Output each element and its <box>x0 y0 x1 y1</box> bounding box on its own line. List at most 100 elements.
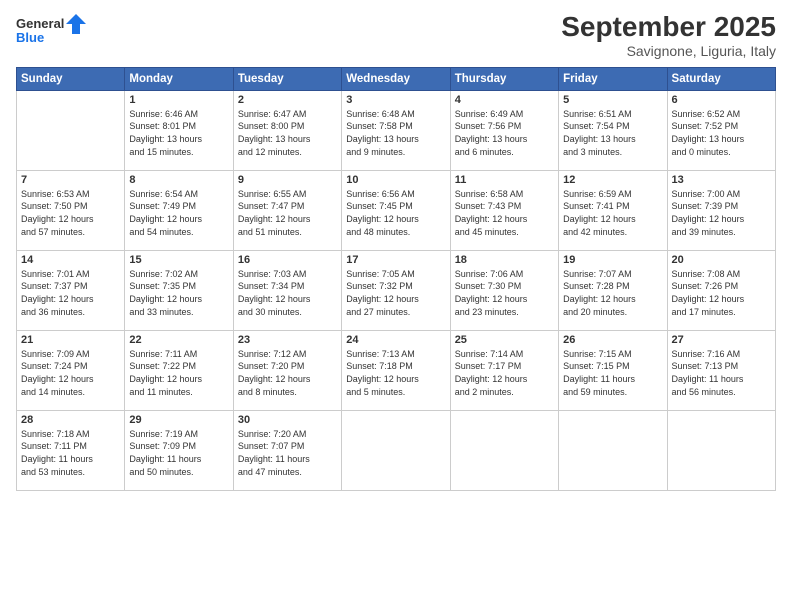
calendar-week-row: 7 Sunrise: 6:53 AMSunset: 7:50 PMDaylight… <box>17 170 776 250</box>
table-row: 10Sunrise: 6:56 AMSunset: 7:45 PMDayligh… <box>342 170 450 250</box>
day-info: Sunrise: 7:15 AMSunset: 7:15 PMDaylight:… <box>563 348 662 398</box>
day-info: Sunrise: 6:48 AMSunset: 7:58 PMDaylight:… <box>346 108 445 158</box>
header-monday: Monday <box>125 67 233 90</box>
day-number: 10 <box>346 174 445 186</box>
day-number: 12 <box>563 174 662 186</box>
day-number: 23 <box>238 334 337 346</box>
day-number: 18 <box>455 254 554 266</box>
table-row: 19 Sunrise: 7:07 AMSunset: 7:28 PMDayligh… <box>559 250 667 330</box>
day-info: Sunrise: 7:11 AMSunset: 7:22 PMDaylight:… <box>129 348 228 398</box>
header-saturday: Saturday <box>667 67 775 90</box>
day-number: 5 <box>563 94 662 106</box>
table-row: 17Sunrise: 7:05 AMSunset: 7:32 PMDayligh… <box>342 250 450 330</box>
table-row: 24 Sunrise: 7:13 AMSunset: 7:18 PMDayligh… <box>342 330 450 410</box>
day-info: Sunrise: 7:16 AMSunset: 7:13 PMDaylight:… <box>672 348 771 398</box>
day-info: Sunrise: 7:06 AMSunset: 7:30 PMDaylight:… <box>455 268 554 318</box>
day-number: 29 <box>129 414 228 426</box>
header-sunday: Sunday <box>17 67 125 90</box>
logo: General Blue <box>16 12 86 48</box>
day-number: 28 <box>21 414 120 426</box>
day-number: 2 <box>238 94 337 106</box>
day-number: 4 <box>455 94 554 106</box>
day-info: Sunrise: 7:00 AMSunset: 7:39 PMDaylight:… <box>672 188 771 238</box>
table-row: 28 Sunrise: 7:18 AMSunset: 7:11 PMDayligh… <box>17 410 125 490</box>
table-row: 9Sunrise: 6:55 AMSunset: 7:47 PMDaylight… <box>233 170 341 250</box>
day-number: 1 <box>129 94 228 106</box>
svg-text:General: General <box>16 16 64 31</box>
table-row: 15 Sunrise: 7:02 AMSunset: 7:35 PMDayligh… <box>125 250 233 330</box>
calendar-week-row: 14 Sunrise: 7:01 AMSunset: 7:37 PMDayligh… <box>17 250 776 330</box>
table-row: 5Sunrise: 6:51 AMSunset: 7:54 PMDaylight… <box>559 90 667 170</box>
table-row: 8Sunrise: 6:54 AMSunset: 7:49 PMDaylight… <box>125 170 233 250</box>
header-thursday: Thursday <box>450 67 558 90</box>
day-number: 7 <box>21 174 120 186</box>
day-number: 11 <box>455 174 554 186</box>
table-row <box>450 410 558 490</box>
day-info: Sunrise: 6:49 AMSunset: 7:56 PMDaylight:… <box>455 108 554 158</box>
calendar-week-row: 28 Sunrise: 7:18 AMSunset: 7:11 PMDayligh… <box>17 410 776 490</box>
table-row: 12 Sunrise: 6:59 AMSunset: 7:41 PMDayligh… <box>559 170 667 250</box>
month-title: September 2025 <box>561 12 776 43</box>
day-info: Sunrise: 6:55 AMSunset: 7:47 PMDaylight:… <box>238 188 337 238</box>
table-row: 4 Sunrise: 6:49 AMSunset: 7:56 PMDaylight… <box>450 90 558 170</box>
day-info: Sunrise: 7:09 AMSunset: 7:24 PMDaylight:… <box>21 348 120 398</box>
table-row: 6 Sunrise: 6:52 AMSunset: 7:52 PMDaylight… <box>667 90 775 170</box>
table-row: 21Sunrise: 7:09 AMSunset: 7:24 PMDayligh… <box>17 330 125 410</box>
day-info: Sunrise: 6:53 AMSunset: 7:50 PMDaylight:… <box>21 188 120 238</box>
day-info: Sunrise: 6:58 AMSunset: 7:43 PMDaylight:… <box>455 188 554 238</box>
calendar-week-row: 21Sunrise: 7:09 AMSunset: 7:24 PMDayligh… <box>17 330 776 410</box>
day-info: Sunrise: 6:47 AMSunset: 8:00 PMDaylight:… <box>238 108 337 158</box>
table-row: 29 Sunrise: 7:19 AMSunset: 7:09 PMDayligh… <box>125 410 233 490</box>
day-number: 26 <box>563 334 662 346</box>
table-row: 26 Sunrise: 7:15 AMSunset: 7:15 PMDayligh… <box>559 330 667 410</box>
header: General Blue September 2025 Savignone, L… <box>16 12 776 59</box>
table-row <box>342 410 450 490</box>
table-row <box>667 410 775 490</box>
calendar-week-row: 1 Sunrise: 6:46 AMSunset: 8:01 PMDaylight… <box>17 90 776 170</box>
table-row: 16Sunrise: 7:03 AMSunset: 7:34 PMDayligh… <box>233 250 341 330</box>
day-number: 6 <box>672 94 771 106</box>
day-number: 3 <box>346 94 445 106</box>
table-row: 25Sunrise: 7:14 AMSunset: 7:17 PMDayligh… <box>450 330 558 410</box>
table-row: 22 Sunrise: 7:11 AMSunset: 7:22 PMDayligh… <box>125 330 233 410</box>
day-number: 16 <box>238 254 337 266</box>
day-number: 14 <box>21 254 120 266</box>
title-block: September 2025 Savignone, Liguria, Italy <box>561 12 776 59</box>
day-info: Sunrise: 6:46 AMSunset: 8:01 PMDaylight:… <box>129 108 228 158</box>
table-row: 20 Sunrise: 7:08 AMSunset: 7:26 PMDayligh… <box>667 250 775 330</box>
day-number: 15 <box>129 254 228 266</box>
day-number: 24 <box>346 334 445 346</box>
day-info: Sunrise: 7:12 AMSunset: 7:20 PMDaylight:… <box>238 348 337 398</box>
day-info: Sunrise: 7:08 AMSunset: 7:26 PMDaylight:… <box>672 268 771 318</box>
page: General Blue September 2025 Savignone, L… <box>0 0 792 612</box>
table-row: 7 Sunrise: 6:53 AMSunset: 7:50 PMDaylight… <box>17 170 125 250</box>
day-info: Sunrise: 7:14 AMSunset: 7:17 PMDaylight:… <box>455 348 554 398</box>
day-number: 30 <box>238 414 337 426</box>
day-number: 27 <box>672 334 771 346</box>
day-info: Sunrise: 6:52 AMSunset: 7:52 PMDaylight:… <box>672 108 771 158</box>
table-row: 18 Sunrise: 7:06 AMSunset: 7:30 PMDayligh… <box>450 250 558 330</box>
day-info: Sunrise: 7:01 AMSunset: 7:37 PMDaylight:… <box>21 268 120 318</box>
day-info: Sunrise: 6:59 AMSunset: 7:41 PMDaylight:… <box>563 188 662 238</box>
day-info: Sunrise: 7:18 AMSunset: 7:11 PMDaylight:… <box>21 428 120 478</box>
day-info: Sunrise: 7:19 AMSunset: 7:09 PMDaylight:… <box>129 428 228 478</box>
day-info: Sunrise: 7:07 AMSunset: 7:28 PMDaylight:… <box>563 268 662 318</box>
day-info: Sunrise: 7:02 AMSunset: 7:35 PMDaylight:… <box>129 268 228 318</box>
day-number: 20 <box>672 254 771 266</box>
day-info: Sunrise: 7:13 AMSunset: 7:18 PMDaylight:… <box>346 348 445 398</box>
location: Savignone, Liguria, Italy <box>561 43 776 59</box>
weekday-header-row: Sunday Monday Tuesday Wednesday Thursday… <box>17 67 776 90</box>
header-friday: Friday <box>559 67 667 90</box>
logo-svg: General Blue <box>16 12 86 48</box>
svg-text:Blue: Blue <box>16 30 44 45</box>
day-number: 8 <box>129 174 228 186</box>
table-row: 27 Sunrise: 7:16 AMSunset: 7:13 PMDayligh… <box>667 330 775 410</box>
day-number: 22 <box>129 334 228 346</box>
table-row: 11 Sunrise: 6:58 AMSunset: 7:43 PMDayligh… <box>450 170 558 250</box>
table-row: 3 Sunrise: 6:48 AMSunset: 7:58 PMDaylight… <box>342 90 450 170</box>
table-row: 1 Sunrise: 6:46 AMSunset: 8:01 PMDaylight… <box>125 90 233 170</box>
table-row <box>17 90 125 170</box>
day-info: Sunrise: 7:05 AMSunset: 7:32 PMDaylight:… <box>346 268 445 318</box>
day-info: Sunrise: 7:20 AMSunset: 7:07 PMDaylight:… <box>238 428 337 478</box>
day-number: 19 <box>563 254 662 266</box>
